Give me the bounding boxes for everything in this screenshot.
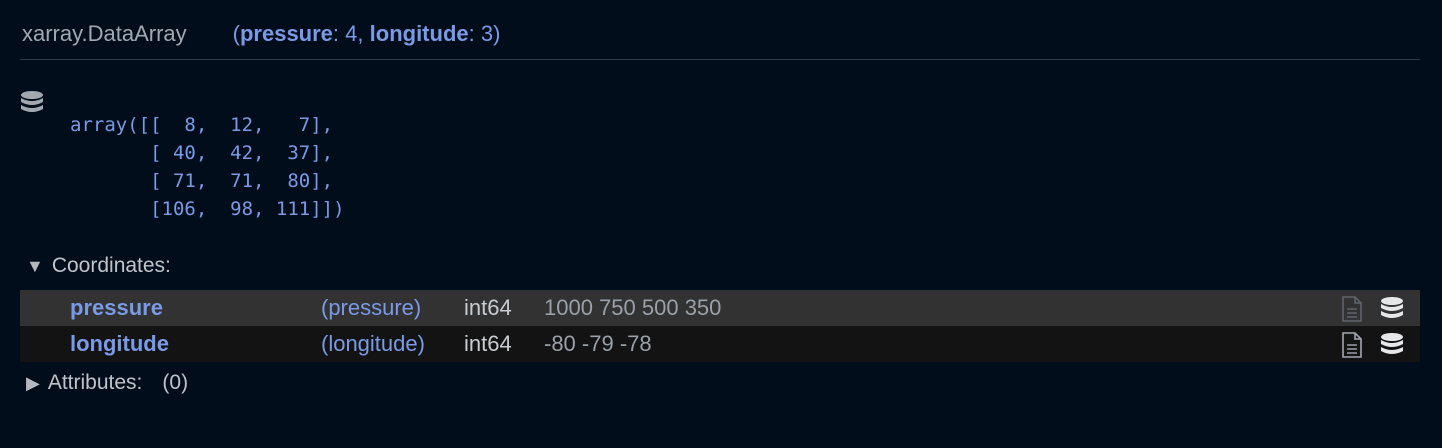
database-icon[interactable] [1379,296,1405,322]
collapse-triangle-icon: ▶ [26,372,40,393]
dim-name-longitude: longitude [369,21,469,46]
dims-summary: (pressure: 4, longitude: 3) [232,21,501,46]
coordinate-row-longitude: longitude (longitude) int64 -80 -79 -78 [20,326,1420,362]
attributes-label: Attributes: [47,371,143,394]
coord-dims: (pressure) [321,295,422,320]
dim-size-pressure: 4 [345,21,358,46]
coord-name: pressure [70,295,163,320]
coordinates-label: Coordinates: [51,254,171,277]
coordinate-row-pressure: pressure (pressure) int64 1000 750 500 3… [20,290,1420,326]
coord-preview: 1000 750 500 350 [544,295,722,320]
file-text-icon[interactable] [1341,296,1363,322]
attributes-section-toggle[interactable]: ▶ Attributes: (0) [26,371,188,395]
dim-name-pressure: pressure [239,21,333,46]
array-values: array([[ 8, 12, 7], [ 40, 42, 37], [ 71,… [70,114,345,220]
dims-open-paren: ( [232,21,240,46]
dim-size-longitude: 3 [480,21,494,46]
attributes-count: (0) [162,371,189,394]
coord-dtype: int64 [464,295,512,320]
dims-close-paren: ) [493,21,501,46]
file-text-icon[interactable] [1341,332,1363,358]
coord-preview: -80 -79 -78 [544,331,652,356]
database-icon[interactable] [1379,332,1405,358]
coord-name: longitude [70,331,169,356]
header-divider [20,59,1420,60]
coord-dtype: int64 [464,331,512,356]
database-icon[interactable] [18,90,46,116]
object-type-label: xarray.DataArray [22,21,187,46]
coord-dims: (longitude) [321,331,425,356]
expand-triangle-icon: ▼ [26,255,44,276]
dims-separator: , [357,21,370,46]
dataarray-header: xarray.DataArray (pressure: 4, longitude… [22,14,500,54]
coordinates-section-toggle[interactable]: ▼ Coordinates: [26,254,171,278]
